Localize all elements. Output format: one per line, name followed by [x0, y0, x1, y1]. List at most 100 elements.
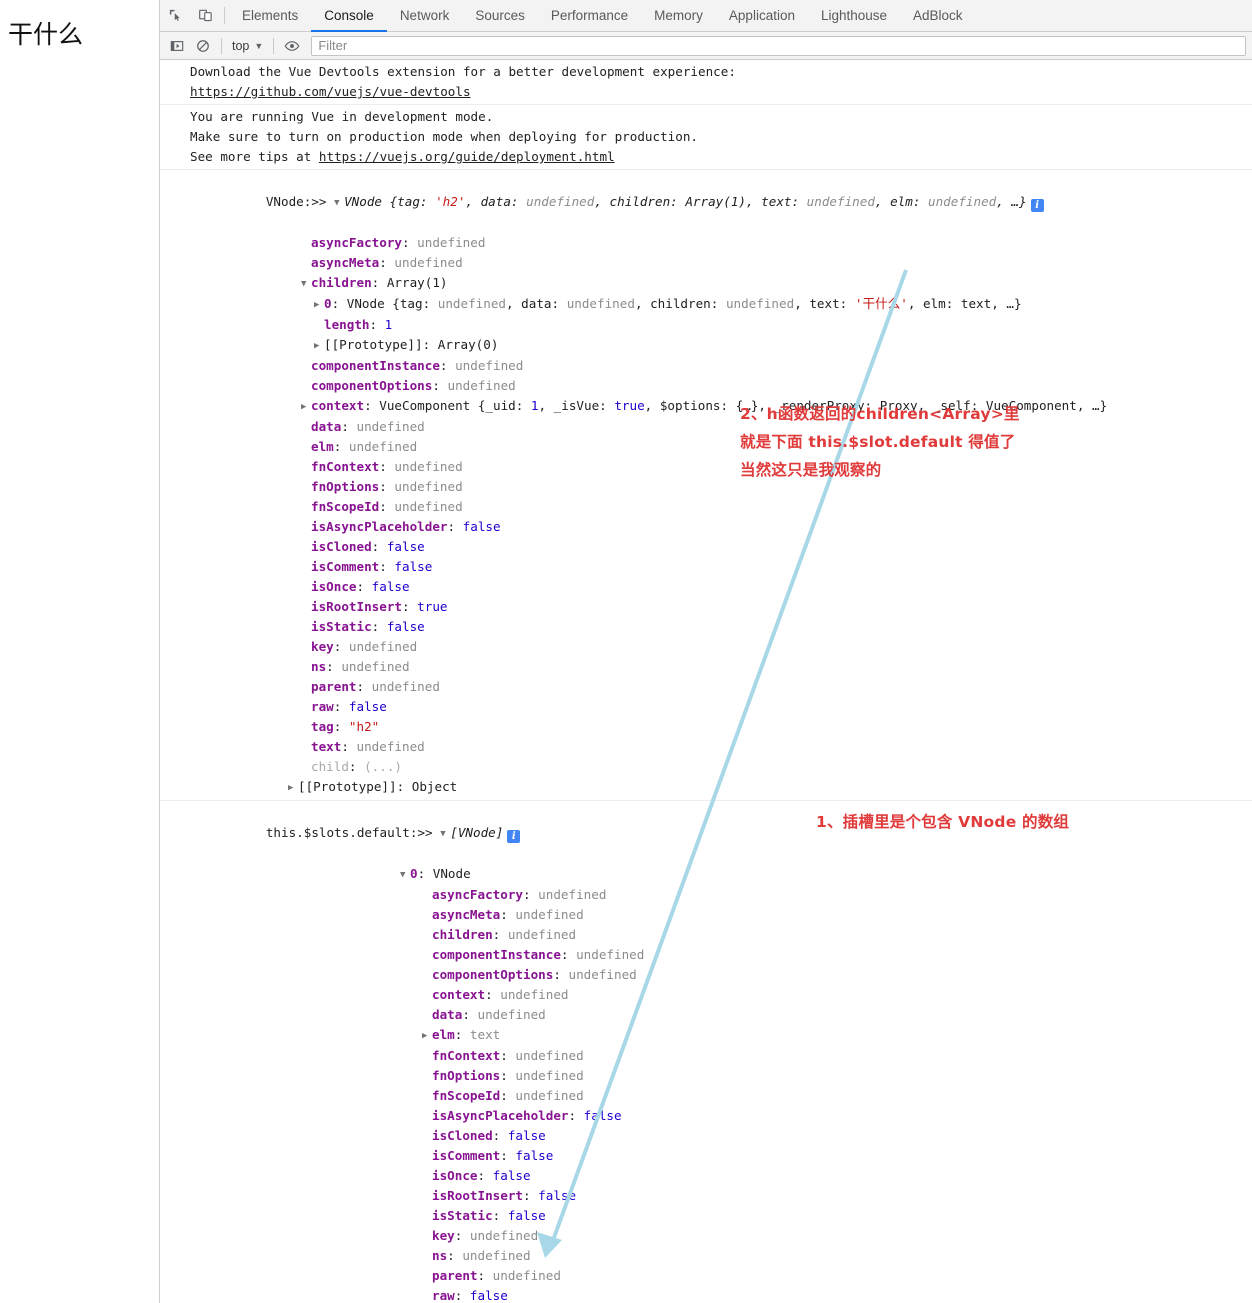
tab-console[interactable]: Console: [311, 0, 387, 32]
property-row[interactable]: componentInstance: undefined: [190, 945, 1252, 965]
entry-header[interactable]: this.$slots.default:>> [VNode]i: [190, 803, 1252, 864]
property-row[interactable]: componentOptions: undefined: [190, 965, 1252, 985]
property-row[interactable]: 0: VNode: [190, 864, 1252, 885]
property-row[interactable]: [[Prototype]]: Object: [190, 777, 1252, 798]
tab-network[interactable]: Network: [387, 0, 463, 31]
property-key: isOnce: [432, 1168, 478, 1183]
property-key: asyncFactory: [432, 887, 523, 902]
property-row[interactable]: key: undefined: [190, 1226, 1252, 1246]
tab-sources[interactable]: Sources: [462, 0, 538, 31]
property-row[interactable]: isRootInsert: false: [190, 1186, 1252, 1206]
property-row[interactable]: isStatic: false: [190, 1206, 1252, 1226]
property-row[interactable]: isStatic: false: [190, 617, 1252, 637]
property-separator: :: [447, 519, 463, 534]
vue-devtools-link[interactable]: https://github.com/vuejs/vue-devtools: [190, 84, 471, 99]
clear-console-icon[interactable]: [190, 34, 216, 58]
property-row[interactable]: context: undefined: [190, 985, 1252, 1005]
console-message-vue-devtools[interactable]: Download the Vue Devtools extension for …: [160, 60, 1252, 105]
disclosure-triangle-icon[interactable]: [301, 274, 311, 294]
property-value: undefined: [394, 499, 463, 514]
property-row[interactable]: data: undefined: [190, 417, 1252, 437]
property-key: parent: [432, 1268, 478, 1283]
property-row[interactable]: 0: VNode {tag: undefined, data: undefine…: [190, 294, 1252, 315]
property-key: componentInstance: [311, 358, 440, 373]
disclosure-triangle-icon[interactable]: [440, 824, 450, 844]
property-row[interactable]: isRootInsert: true: [190, 597, 1252, 617]
info-badge-icon[interactable]: i: [507, 830, 521, 843]
disclosure-triangle-icon[interactable]: [288, 778, 298, 798]
property-row[interactable]: componentOptions: undefined: [190, 376, 1252, 396]
vue-deployment-link[interactable]: https://vuejs.org/guide/deployment.html: [319, 149, 615, 164]
tab-label: Lighthouse: [820, 8, 888, 23]
property-row[interactable]: parent: undefined: [190, 1266, 1252, 1286]
property-row[interactable]: length: 1: [190, 315, 1252, 335]
disclosure-triangle-icon[interactable]: [314, 295, 324, 315]
property-row[interactable]: isOnce: false: [190, 1166, 1252, 1186]
property-row[interactable]: children: undefined: [190, 925, 1252, 945]
disclosure-triangle-icon[interactable]: [334, 193, 344, 213]
property-row[interactable]: isCloned: false: [190, 537, 1252, 557]
property-value: undefined: [515, 907, 584, 922]
disclosure-triangle-icon[interactable]: [301, 397, 311, 417]
property-row[interactable]: isCloned: false: [190, 1126, 1252, 1146]
property-row[interactable]: asyncFactory: undefined: [190, 233, 1252, 253]
property-row[interactable]: elm: undefined: [190, 437, 1252, 457]
console-entry-slots-default[interactable]: this.$slots.default:>> [VNode]i 0: VNode…: [160, 801, 1252, 1303]
property-row[interactable]: componentInstance: undefined: [190, 356, 1252, 376]
property-row[interactable]: fnScopeId: undefined: [190, 497, 1252, 517]
console-filter-input[interactable]: [311, 35, 1246, 56]
property-row[interactable]: asyncFactory: undefined: [190, 885, 1252, 905]
property-row[interactable]: raw: false: [190, 1286, 1252, 1303]
preview-token: 1: [530, 398, 539, 413]
property-row[interactable]: isAsyncPlaceholder: false: [190, 517, 1252, 537]
tab-lighthouse[interactable]: Lighthouse: [808, 0, 900, 31]
property-row[interactable]: tag: "h2": [190, 717, 1252, 737]
property-value: false: [492, 1168, 531, 1183]
property-value: false: [394, 559, 433, 574]
property-row[interactable]: elm: text: [190, 1025, 1252, 1046]
property-key: isStatic: [311, 619, 372, 634]
tab-elements[interactable]: Elements: [229, 0, 311, 31]
property-row[interactable]: fnScopeId: undefined: [190, 1086, 1252, 1106]
property-row[interactable]: raw: false: [190, 697, 1252, 717]
property-key: componentInstance: [432, 947, 561, 962]
console-message-dev-mode[interactable]: You are running Vue in development mode.…: [160, 105, 1252, 170]
property-row[interactable]: fnOptions: undefined: [190, 477, 1252, 497]
tab-adblock[interactable]: AdBlock: [900, 0, 976, 31]
property-row[interactable]: fnContext: undefined: [190, 1046, 1252, 1066]
disclosure-triangle-icon[interactable]: [400, 865, 410, 885]
disclosure-triangle-icon[interactable]: [422, 1026, 432, 1046]
property-row[interactable]: asyncMeta: undefined: [190, 905, 1252, 925]
property-row[interactable]: asyncMeta: undefined: [190, 253, 1252, 273]
property-row[interactable]: fnOptions: undefined: [190, 1066, 1252, 1086]
device-toolbar-icon[interactable]: [190, 0, 220, 31]
property-row[interactable]: ns: undefined: [190, 1246, 1252, 1266]
info-badge-icon[interactable]: i: [1030, 199, 1044, 212]
property-row[interactable]: isAsyncPlaceholder: false: [190, 1106, 1252, 1126]
disclosure-triangle-icon[interactable]: [314, 336, 324, 356]
tab-application[interactable]: Application: [716, 0, 808, 31]
property-row[interactable]: parent: undefined: [190, 677, 1252, 697]
property-row[interactable]: [[Prototype]]: Array(0): [190, 335, 1252, 356]
console-entry-vnode[interactable]: VNode:>> VNode {tag: 'h2', data: undefin…: [160, 170, 1252, 801]
entry-header[interactable]: VNode:>> VNode {tag: 'h2', data: undefin…: [190, 172, 1252, 233]
property-row[interactable]: context: VueComponent {_uid: 1, _isVue: …: [190, 396, 1252, 417]
property-row[interactable]: text: undefined: [190, 737, 1252, 757]
console-sidebar-icon[interactable]: [164, 34, 190, 58]
property-separator: :: [492, 927, 508, 942]
tab-memory[interactable]: Memory: [641, 0, 716, 31]
property-row[interactable]: data: undefined: [190, 1005, 1252, 1025]
execution-context-select[interactable]: top ▼: [227, 39, 268, 53]
property-row[interactable]: child: (...): [190, 757, 1252, 777]
property-separator: :: [454, 1027, 470, 1042]
property-row[interactable]: isComment: false: [190, 1146, 1252, 1166]
property-row[interactable]: fnContext: undefined: [190, 457, 1252, 477]
live-expression-eye-icon[interactable]: [279, 34, 305, 58]
property-row[interactable]: isComment: false: [190, 557, 1252, 577]
property-row[interactable]: ns: undefined: [190, 657, 1252, 677]
inspect-element-icon[interactable]: [160, 0, 190, 31]
tab-performance[interactable]: Performance: [538, 0, 641, 31]
property-row[interactable]: key: undefined: [190, 637, 1252, 657]
property-row[interactable]: children: Array(1): [190, 273, 1252, 294]
property-row[interactable]: isOnce: false: [190, 577, 1252, 597]
